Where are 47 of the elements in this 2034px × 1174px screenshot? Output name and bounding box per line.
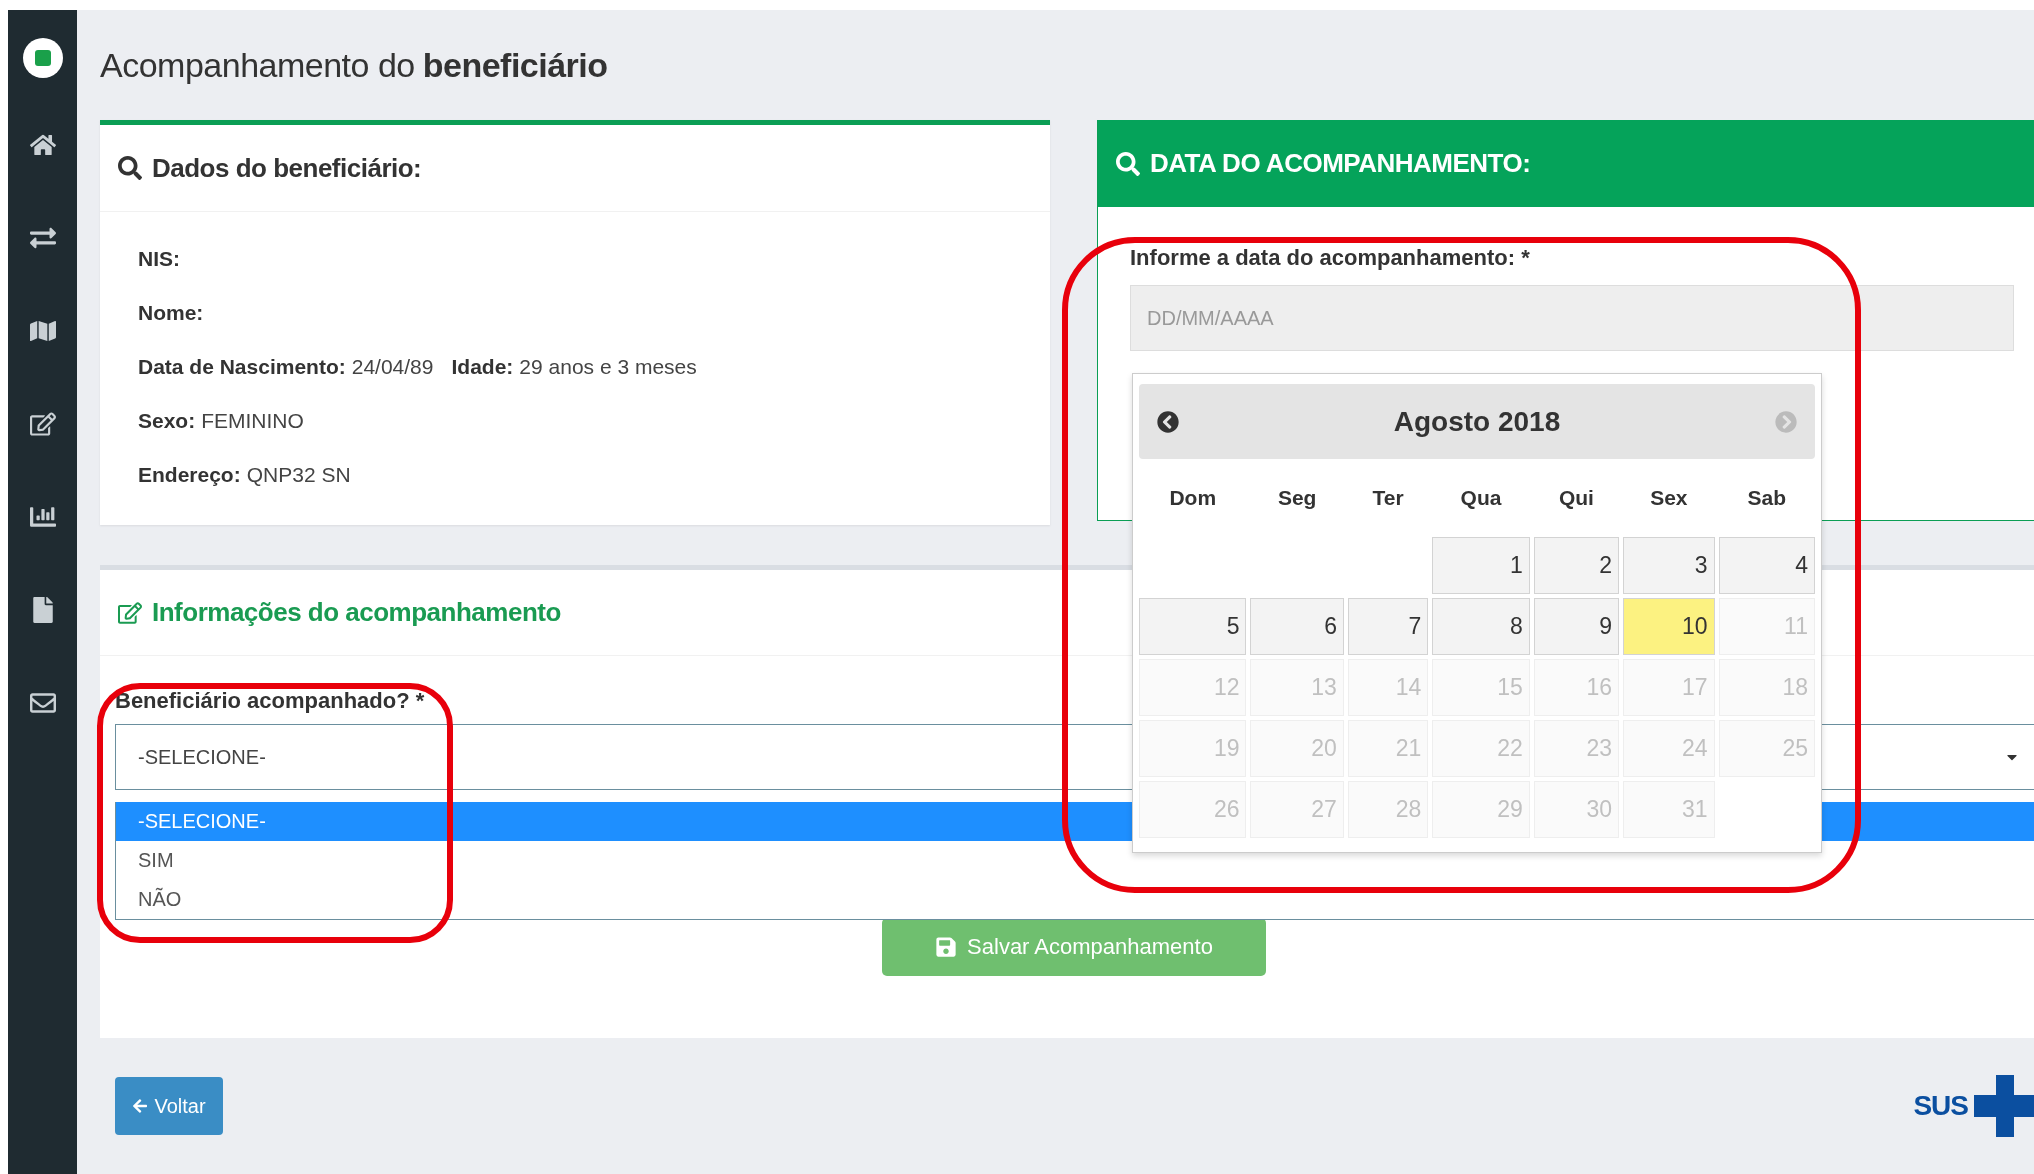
field-label: Data de Nascimento: bbox=[138, 355, 346, 379]
field-label: NIS: bbox=[138, 247, 180, 271]
search-icon bbox=[118, 156, 142, 180]
field-label: Idade: bbox=[451, 355, 514, 379]
edit-icon bbox=[118, 600, 142, 625]
arrow-left-icon bbox=[132, 1098, 149, 1114]
calendar-day[interactable]: 2 bbox=[1533, 537, 1620, 594]
calendar-day[interactable]: 5 bbox=[1139, 598, 1247, 655]
field-value: 29 anos e 3 meses bbox=[519, 355, 697, 379]
cross-icon bbox=[1974, 1075, 2034, 1137]
field-label: Informe a data do acompanhamento: * bbox=[1130, 245, 1531, 271]
field-label: Endereço: bbox=[138, 463, 241, 487]
calendar-day[interactable]: 10 bbox=[1623, 598, 1715, 655]
weekday-label: Qua bbox=[1459, 485, 1503, 511]
sus-logo: SUS bbox=[1913, 1075, 2034, 1137]
previous-month-button[interactable] bbox=[1157, 410, 1179, 433]
calendar-day[interactable]: 6 bbox=[1250, 598, 1344, 655]
back-button[interactable]: Voltar bbox=[115, 1077, 223, 1135]
field-value: QNP32 SN bbox=[246, 463, 351, 487]
calendar-day[interactable]: 4 bbox=[1718, 537, 1815, 594]
field-label: Beneficiário acompanhado? * bbox=[115, 688, 426, 714]
weekday-label: Sex bbox=[1649, 485, 1689, 511]
calendar-day[interactable]: 1 bbox=[1432, 537, 1530, 594]
search-icon bbox=[1116, 151, 1140, 176]
weekday-label: Seg bbox=[1276, 485, 1318, 511]
card-title: Dados do beneficiário: bbox=[152, 152, 422, 184]
edit-icon bbox=[29, 410, 56, 437]
save-button[interactable]: Salvar Acompanhamento bbox=[882, 918, 1266, 976]
weekday-label: Dom bbox=[1168, 485, 1218, 511]
calendar-day[interactable]: 9 bbox=[1533, 598, 1620, 655]
card-title: DATA DO ACOMPANHAMENTO: bbox=[1150, 148, 1531, 179]
app-logo[interactable] bbox=[22, 38, 63, 78]
calendar-day[interactable]: 7 bbox=[1347, 598, 1429, 655]
weekday-label: Sab bbox=[1746, 485, 1787, 511]
page-title: Acompanhamento do beneficiário bbox=[100, 44, 609, 86]
field-label: Nome: bbox=[138, 301, 204, 325]
save-icon bbox=[935, 936, 958, 958]
calendar-day[interactable]: 3 bbox=[1623, 537, 1715, 594]
month-title: Agosto 2018 bbox=[1393, 405, 1561, 438]
date-input-field[interactable]: DD/MM/AAAA bbox=[1130, 285, 2014, 351]
field-label: Sexo: bbox=[138, 409, 196, 433]
card-title: Informações do acompanhamento bbox=[152, 597, 561, 628]
field-value: FEMININO bbox=[201, 409, 304, 433]
weekday-label: Qui bbox=[1557, 485, 1595, 511]
weekday-label: Ter bbox=[1371, 485, 1405, 511]
field-value: 24/04/89 bbox=[351, 355, 434, 379]
calendar-day[interactable]: 8 bbox=[1432, 598, 1530, 655]
